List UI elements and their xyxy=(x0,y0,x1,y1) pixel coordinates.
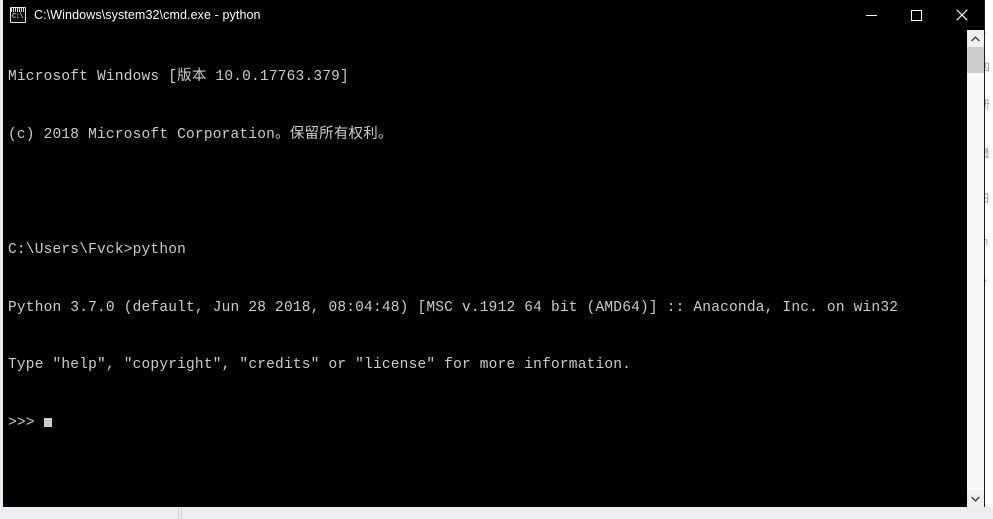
window-title: C:\Windows\system32\cmd.exe - python xyxy=(34,8,261,22)
window-controls xyxy=(849,0,984,30)
terminal-line: (c) 2018 Microsoft Corporation。保留所有权利。 xyxy=(8,127,393,143)
background-divider xyxy=(178,507,179,519)
close-button[interactable] xyxy=(939,0,984,30)
chevron-up-icon xyxy=(971,35,980,41)
scroll-down-button[interactable] xyxy=(967,490,984,507)
maximize-button[interactable] xyxy=(894,0,939,30)
minimize-icon xyxy=(866,14,877,16)
terminal-prompt-line: >>> xyxy=(8,414,966,433)
scroll-up-button[interactable] xyxy=(967,30,984,47)
title-bar[interactable]: C:\ C:\Windows\system32\cmd.exe - python xyxy=(3,0,984,30)
terminal-output[interactable]: Microsoft Windows [版本 10.0.17763.379] (c… xyxy=(3,30,966,507)
vertical-scrollbar[interactable] xyxy=(966,30,984,507)
terminal-line-command: C:\Users\Fvck>python xyxy=(8,242,187,259)
background-bottom-strip xyxy=(0,507,993,519)
console-body: Microsoft Windows [版本 10.0.17763.379] (c… xyxy=(3,30,984,507)
cmd-console-window: C:\ C:\Windows\system32\cmd.exe - python xyxy=(0,0,985,507)
terminal-line: Microsoft Windows [版本 10.0.17763.379] xyxy=(8,69,349,86)
background-divider xyxy=(181,507,182,519)
icon-prompt-text: C:\ xyxy=(12,13,24,21)
minimize-button[interactable] xyxy=(849,0,894,30)
cmd-console-icon: C:\ xyxy=(10,7,26,23)
close-icon xyxy=(955,9,968,21)
terminal-line: Type "help", "copyright", "credits" or "… xyxy=(8,357,632,374)
terminal-line: Python 3.7.0 (default, Jun 28 2018, 08:0… xyxy=(8,299,899,316)
text-cursor xyxy=(43,417,52,427)
icon-titlebar-stripe xyxy=(11,8,25,12)
maximize-icon xyxy=(911,9,922,21)
chevron-down-icon xyxy=(971,496,980,502)
scrollbar-thumb[interactable] xyxy=(967,47,984,73)
scrollbar-track[interactable] xyxy=(967,47,984,490)
python-prompt: >>> xyxy=(8,414,35,431)
